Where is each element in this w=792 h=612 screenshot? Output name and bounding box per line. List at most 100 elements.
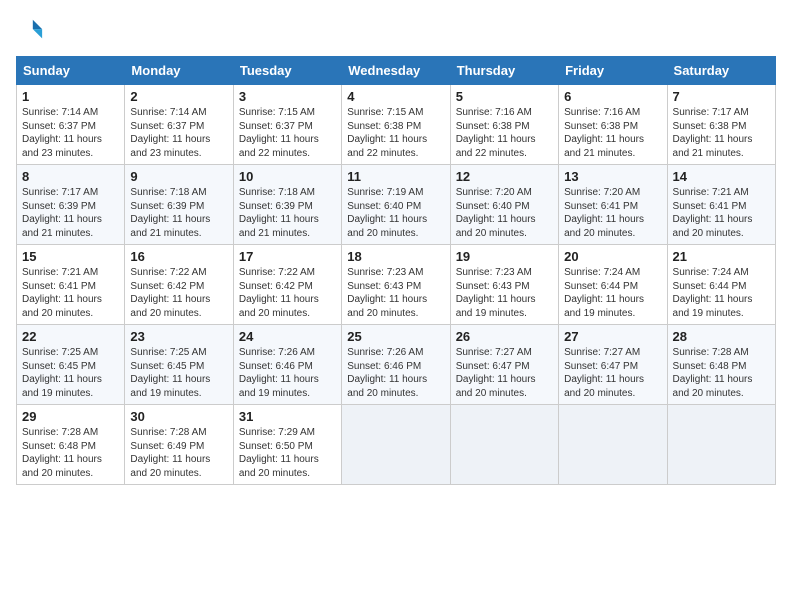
day-info: Sunrise: 7:25 AM Sunset: 6:45 PM Dayligh… [22, 346, 119, 400]
day-number: 19 [456, 249, 553, 264]
day-info: Sunrise: 7:18 AM Sunset: 6:39 PM Dayligh… [239, 186, 336, 240]
day-info: Sunrise: 7:27 AM Sunset: 6:47 PM Dayligh… [564, 346, 661, 400]
day-number: 14 [673, 169, 770, 184]
day-info: Sunrise: 7:16 AM Sunset: 6:38 PM Dayligh… [456, 106, 553, 160]
day-cell-3: 3Sunrise: 7:15 AM Sunset: 6:37 PM Daylig… [233, 85, 341, 165]
day-number: 22 [22, 329, 119, 344]
calendar-header-friday: Friday [559, 57, 667, 85]
day-cell-7: 7Sunrise: 7:17 AM Sunset: 6:38 PM Daylig… [667, 85, 775, 165]
day-info: Sunrise: 7:14 AM Sunset: 6:37 PM Dayligh… [130, 106, 227, 160]
calendar-header-tuesday: Tuesday [233, 57, 341, 85]
day-number: 5 [456, 89, 553, 104]
day-cell-4: 4Sunrise: 7:15 AM Sunset: 6:38 PM Daylig… [342, 85, 450, 165]
logo-icon [16, 16, 44, 44]
day-info: Sunrise: 7:23 AM Sunset: 6:43 PM Dayligh… [456, 266, 553, 320]
day-cell-5: 5 Sunrise: 7:16 AM Sunset: 6:38 PM Daylig… [450, 85, 558, 165]
day-number: 28 [673, 329, 770, 344]
empty-cell [667, 405, 775, 485]
day-cell-27: 27 Sunrise: 7:27 AM Sunset: 6:47 PM Dayli… [559, 325, 667, 405]
day-number: 8 [22, 169, 119, 184]
day-number: 26 [456, 329, 553, 344]
day-number: 13 [564, 169, 661, 184]
day-cell-26: 26 Sunrise: 7:27 AM Sunset: 6:47 PM Dayli… [450, 325, 558, 405]
calendar-header-sunday: Sunday [17, 57, 125, 85]
day-info: Sunrise: 7:22 AM Sunset: 6:42 PM Dayligh… [130, 266, 227, 320]
day-number: 2 [130, 89, 227, 104]
day-number: 23 [130, 329, 227, 344]
day-info: Sunrise: 7:26 AM Sunset: 6:46 PM Dayligh… [239, 346, 336, 400]
day-number: 17 [239, 249, 336, 264]
day-cell-22: 22 Sunrise: 7:25 AM Sunset: 6:45 PM Dayli… [17, 325, 125, 405]
calendar-header-saturday: Saturday [667, 57, 775, 85]
day-cell-2: 2 Sunrise: 7:14 AM Sunset: 6:37 PM Daylig… [125, 85, 233, 165]
day-cell-10: 10 Sunrise: 7:18 AM Sunset: 6:39 PM Dayli… [233, 165, 341, 245]
day-info: Sunrise: 7:26 AM Sunset: 6:46 PM Dayligh… [347, 346, 444, 400]
day-number: 10 [239, 169, 336, 184]
day-info: Sunrise: 7:25 AM Sunset: 6:45 PM Dayligh… [130, 346, 227, 400]
day-info: Sunrise: 7:17 AM Sunset: 6:39 PM Dayligh… [22, 186, 119, 240]
day-info: Sunrise: 7:19 AM Sunset: 6:40 PM Dayligh… [347, 186, 444, 240]
empty-cell [450, 405, 558, 485]
day-number: 7 [673, 89, 770, 104]
day-cell-29: 29Sunrise: 7:28 AM Sunset: 6:48 PM Dayli… [17, 405, 125, 485]
day-cell-12: 12 Sunrise: 7:20 AM Sunset: 6:40 PM Dayli… [450, 165, 558, 245]
day-cell-6: 6 Sunrise: 7:16 AM Sunset: 6:38 PM Daylig… [559, 85, 667, 165]
calendar-header-wednesday: Wednesday [342, 57, 450, 85]
day-number: 1 [22, 89, 119, 104]
day-number: 4 [347, 89, 444, 104]
day-cell-31: 31 Sunrise: 7:29 AM Sunset: 6:50 PM Dayli… [233, 405, 341, 485]
day-number: 18 [347, 249, 444, 264]
day-info: Sunrise: 7:21 AM Sunset: 6:41 PM Dayligh… [673, 186, 770, 240]
day-cell-16: 16Sunrise: 7:22 AM Sunset: 6:42 PM Dayli… [125, 245, 233, 325]
day-number: 9 [130, 169, 227, 184]
day-number: 20 [564, 249, 661, 264]
day-info: Sunrise: 7:20 AM Sunset: 6:41 PM Dayligh… [564, 186, 661, 240]
day-number: 27 [564, 329, 661, 344]
day-cell-24: 24 Sunrise: 7:26 AM Sunset: 6:46 PM Dayli… [233, 325, 341, 405]
day-info: Sunrise: 7:16 AM Sunset: 6:38 PM Dayligh… [564, 106, 661, 160]
day-number: 6 [564, 89, 661, 104]
day-number: 31 [239, 409, 336, 424]
calendar-week-1: 1 Sunrise: 7:14 AM Sunset: 6:37 PM Daylig… [17, 85, 776, 165]
day-cell-23: 23 Sunrise: 7:25 AM Sunset: 6:45 PM Dayli… [125, 325, 233, 405]
day-info: Sunrise: 7:15 AM Sunset: 6:37 PM Dayligh… [239, 106, 336, 160]
day-cell-21: 21 Sunrise: 7:24 AM Sunset: 6:44 PM Dayli… [667, 245, 775, 325]
calendar-week-3: 15 Sunrise: 7:21 AM Sunset: 6:41 PM Dayli… [17, 245, 776, 325]
day-cell-1: 1 Sunrise: 7:14 AM Sunset: 6:37 PM Daylig… [17, 85, 125, 165]
day-cell-15: 15 Sunrise: 7:21 AM Sunset: 6:41 PM Dayli… [17, 245, 125, 325]
day-number: 24 [239, 329, 336, 344]
day-number: 21 [673, 249, 770, 264]
day-info: Sunrise: 7:20 AM Sunset: 6:40 PM Dayligh… [456, 186, 553, 240]
day-cell-30: 30 Sunrise: 7:28 AM Sunset: 6:49 PM Dayli… [125, 405, 233, 485]
empty-cell [559, 405, 667, 485]
day-cell-25: 25 Sunrise: 7:26 AM Sunset: 6:46 PM Dayli… [342, 325, 450, 405]
calendar-week-4: 22 Sunrise: 7:25 AM Sunset: 6:45 PM Dayli… [17, 325, 776, 405]
day-number: 12 [456, 169, 553, 184]
day-info: Sunrise: 7:24 AM Sunset: 6:44 PM Dayligh… [564, 266, 661, 320]
day-info: Sunrise: 7:24 AM Sunset: 6:44 PM Dayligh… [673, 266, 770, 320]
page-header [16, 16, 776, 44]
day-number: 25 [347, 329, 444, 344]
day-cell-13: 13 Sunrise: 7:20 AM Sunset: 6:41 PM Dayli… [559, 165, 667, 245]
day-number: 30 [130, 409, 227, 424]
day-info: Sunrise: 7:29 AM Sunset: 6:50 PM Dayligh… [239, 426, 336, 480]
day-info: Sunrise: 7:27 AM Sunset: 6:47 PM Dayligh… [456, 346, 553, 400]
day-info: Sunrise: 7:28 AM Sunset: 6:49 PM Dayligh… [130, 426, 227, 480]
calendar-header-monday: Monday [125, 57, 233, 85]
day-info: Sunrise: 7:14 AM Sunset: 6:37 PM Dayligh… [22, 106, 119, 160]
day-cell-17: 17 Sunrise: 7:22 AM Sunset: 6:42 PM Dayli… [233, 245, 341, 325]
day-cell-19: 19 Sunrise: 7:23 AM Sunset: 6:43 PM Dayli… [450, 245, 558, 325]
day-cell-20: 20 Sunrise: 7:24 AM Sunset: 6:44 PM Dayli… [559, 245, 667, 325]
day-info: Sunrise: 7:28 AM Sunset: 6:48 PM Dayligh… [673, 346, 770, 400]
day-number: 11 [347, 169, 444, 184]
day-number: 29 [22, 409, 119, 424]
calendar-table: SundayMondayTuesdayWednesdayThursdayFrid… [16, 56, 776, 485]
logo [16, 16, 48, 44]
day-info: Sunrise: 7:22 AM Sunset: 6:42 PM Dayligh… [239, 266, 336, 320]
day-info: Sunrise: 7:23 AM Sunset: 6:43 PM Dayligh… [347, 266, 444, 320]
day-number: 15 [22, 249, 119, 264]
day-info: Sunrise: 7:18 AM Sunset: 6:39 PM Dayligh… [130, 186, 227, 240]
day-cell-28: 28 Sunrise: 7:28 AM Sunset: 6:48 PM Dayli… [667, 325, 775, 405]
empty-cell [342, 405, 450, 485]
day-info: Sunrise: 7:21 AM Sunset: 6:41 PM Dayligh… [22, 266, 119, 320]
